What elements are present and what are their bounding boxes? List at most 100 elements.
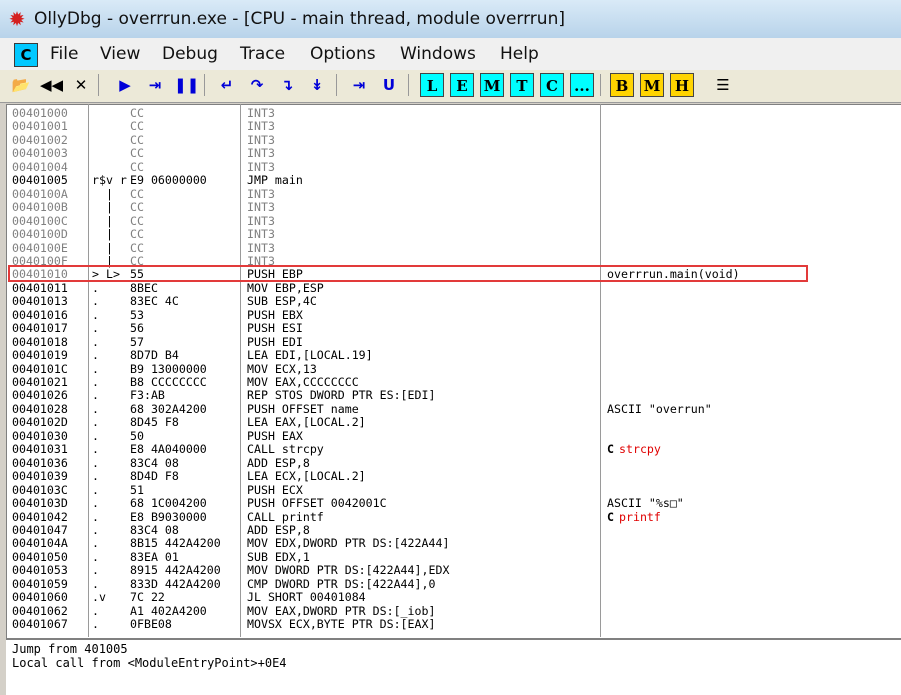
menu-file[interactable]: File <box>50 43 78 65</box>
info-line: Local call from <ModuleEntryPoint>+0E4 <box>12 656 287 670</box>
instruction-cell: LEA EAX,[LOCAL.2] <box>247 415 366 430</box>
disasm-row[interactable]: 00401036. 83C4 08 ADD ESP,8 <box>6 456 901 470</box>
disasm-row[interactable]: 00401042. E8 B9030000 CALL printf printf C <box>6 509 901 524</box>
list-icon[interactable]: ☰ <box>712 73 734 97</box>
address-cell: 00401050 <box>12 549 68 564</box>
disasm-row[interactable]: 00401060 .v 7C 22 JL SHORT 00401084 <box>6 590 901 605</box>
address-cell: 00401039 <box>12 469 68 484</box>
disasm-row[interactable]: 00401062. A1 402A4200 MOV EAX,DWORD PTR DS… <box>6 603 901 618</box>
toolbar-separator <box>336 74 337 96</box>
address-cell: 00401031 <box>12 442 68 457</box>
disasm-row[interactable]: 00401005 r$v r E9 06000000 JMP main <box>6 173 901 187</box>
hex-cell: 68 302A4200 <box>130 401 207 416</box>
menu-options[interactable]: Options <box>310 43 376 65</box>
disasm-row[interactable]: 0040103D. 68 1C004200 PUSH OFFSET 0042001C… <box>6 496 901 511</box>
hex-cell: CC <box>130 132 144 147</box>
disasm-row[interactable]: 00401018. 57 PUSH EDI <box>6 335 901 349</box>
menu-help[interactable]: Help <box>500 43 539 65</box>
gutter-cell: . <box>92 522 99 537</box>
breakpoints-button[interactable]: B <box>610 73 634 97</box>
disasm-row[interactable]: 00401021. B8 CCCCCCCC MOV EAX,CCCCCCCC <box>6 375 901 389</box>
disasm-row[interactable]: 00401047. 83C4 08 ADD ESP,8 <box>6 522 901 537</box>
mdi-cpu-button[interactable]: C <box>14 43 38 67</box>
run-icon[interactable]: ▶ <box>114 73 136 97</box>
disasm-row[interactable]: 00401002 CC INT3 <box>6 132 901 147</box>
menu-debug[interactable]: Debug <box>162 43 218 65</box>
instruction-cell: LEA ECX,[LOCAL.2] <box>247 469 366 484</box>
threads-button[interactable]: T <box>510 73 534 97</box>
disasm-row[interactable]: 0040101C. B9 13000000 MOV ECX,13 <box>6 361 901 376</box>
instruction-cell: INT3 <box>247 132 275 147</box>
gutter-cell: | <box>92 213 113 228</box>
address-cell: 00401000 <box>12 106 68 120</box>
disasm-row[interactable]: 00401000 CC INT3 <box>6 106 901 120</box>
menu-trace[interactable]: Trace <box>240 43 285 65</box>
menu-windows[interactable]: Windows <box>400 43 476 65</box>
instruction-cell: REP STOS DWORD PTR ES:[EDI] <box>247 388 436 403</box>
bug-icon[interactable]: ✹ <box>6 8 28 30</box>
window-title: OllyDbg - overrrun.exe - [CPU - main thr… <box>34 9 565 29</box>
gutter-cell: . <box>92 348 99 363</box>
step-into-icon[interactable]: ↵ <box>216 73 238 97</box>
disasm-row[interactable]: 0040100A | CC INT3 <box>6 187 901 201</box>
disasm-row[interactable]: 0040103C. 51 PUSH ECX <box>6 482 901 497</box>
instruction-cell: JL SHORT 00401084 <box>247 590 366 605</box>
instruction-cell: PUSH ECX <box>247 482 303 497</box>
disasm-row[interactable]: 00401011. 8BEC MOV EBP,ESP <box>6 281 901 295</box>
disasm-row[interactable]: 00401017. 56 PUSH ESI <box>6 321 901 335</box>
address-cell: 00401004 <box>12 159 68 174</box>
address-cell: 0040103D <box>12 496 68 511</box>
disasm-row[interactable]: 00401067. 0FBE08 MOVSX ECX,BYTE PTR DS:[EA… <box>6 617 901 632</box>
hex-cell: B9 13000000 <box>130 361 207 376</box>
hex-cell: 8D4D F8 <box>130 469 179 484</box>
memory-map-button[interactable]: M <box>480 73 504 97</box>
instruction-cell: INT3 <box>247 227 275 242</box>
disasm-row[interactable]: 00401053. 8915 442A4200 MOV DWORD PTR DS:[… <box>6 563 901 577</box>
disasm-row[interactable]: 00401050. 83EA 01 SUB EDX,1 <box>6 549 901 564</box>
menu-view[interactable]: View <box>100 43 140 65</box>
gutter-cell: .v <box>92 590 106 605</box>
disasm-row[interactable]: 00401059. 833D 442A4200 CMP DWORD PTR DS:[… <box>6 576 901 591</box>
disasm-row[interactable]: 0040104A. 8B15 442A4200 MOV EDX,DWORD PTR … <box>6 536 901 551</box>
executable-modules-button[interactable]: E <box>450 73 474 97</box>
disasm-row[interactable]: 00401004 CC INT3 <box>6 159 901 174</box>
disasm-row[interactable]: 00401026. F3:AB REP STOS DWORD PTR ES:[EDI… <box>6 388 901 403</box>
instruction-cell: MOVSX ECX,BYTE PTR DS:[EAX] <box>247 617 436 632</box>
execute-till-user-code-icon[interactable]: U <box>378 73 400 97</box>
instruction-cell: MOV EAX,DWORD PTR DS:[_iob] <box>247 603 436 618</box>
disasm-row[interactable]: 00401016. 53 PUSH EBX <box>6 308 901 322</box>
address-cell: 0040100B <box>12 200 68 215</box>
disasm-row[interactable]: 0040100D | CC INT3 <box>6 227 901 242</box>
disasm-row[interactable]: 0040100E | CC INT3 <box>6 241 901 255</box>
disasm-row[interactable]: 00401031. E8 4A040000 CALL strcpy strcpy C <box>6 442 901 457</box>
step-over-icon[interactable]: ↷ <box>246 73 268 97</box>
rewind-icon[interactable]: ◀◀ <box>40 73 63 97</box>
disasm-row[interactable]: 00401001 CC INT3 <box>6 120 901 134</box>
disasm-row[interactable]: 00401028. 68 302A4200 PUSH OFFSET name ASCI… <box>6 401 901 416</box>
instruction-cell: CALL printf <box>247 509 324 524</box>
memory-breakpoints-button[interactable]: M <box>640 73 664 97</box>
hex-cell: 68 1C004200 <box>130 496 207 511</box>
pause-icon[interactable]: ❚❚ <box>174 73 199 97</box>
disasm-row[interactable]: 00401013. 83EC 4C SUB ESP,4C <box>6 294 901 308</box>
trace-over-icon[interactable]: ↡ <box>306 73 328 97</box>
disasm-row[interactable]: 00401003 CC INT3 <box>6 146 901 160</box>
hex-cell: 8B15 442A4200 <box>130 536 221 551</box>
trace-into-icon[interactable]: ↴ <box>276 73 298 97</box>
execute-till-return-icon[interactable]: ⇥ <box>348 73 370 97</box>
disasm-row[interactable]: 00401039. 8D4D F8 LEA ECX,[LOCAL.2] <box>6 469 901 484</box>
disasm-row[interactable]: 00401030. 50 PUSH EAX <box>6 429 901 443</box>
instruction-cell: CMP DWORD PTR DS:[422A44],0 <box>247 576 436 591</box>
gutter-cell: . <box>92 442 99 457</box>
more-windows-button[interactable]: ... <box>570 73 594 97</box>
hardware-breakpoints-button[interactable]: H <box>670 73 694 97</box>
open-icon[interactable]: 📂 <box>10 73 32 97</box>
disasm-row[interactable]: 0040102D. 8D45 F8 LEA EAX,[LOCAL.2] <box>6 415 901 430</box>
disasm-row[interactable]: 0040100B | CC INT3 <box>6 200 901 215</box>
log-window-button[interactable]: L <box>420 73 444 97</box>
disasm-row[interactable]: 0040100C | CC INT3 <box>6 213 901 228</box>
cpu-window-button[interactable]: C <box>540 73 564 97</box>
step-forward-icon[interactable]: ⇥ <box>144 73 166 97</box>
close-icon[interactable]: ✕ <box>70 73 92 97</box>
disasm-row[interactable]: 00401019. 8D7D B4 LEA EDI,[LOCAL.19] <box>6 348 901 363</box>
